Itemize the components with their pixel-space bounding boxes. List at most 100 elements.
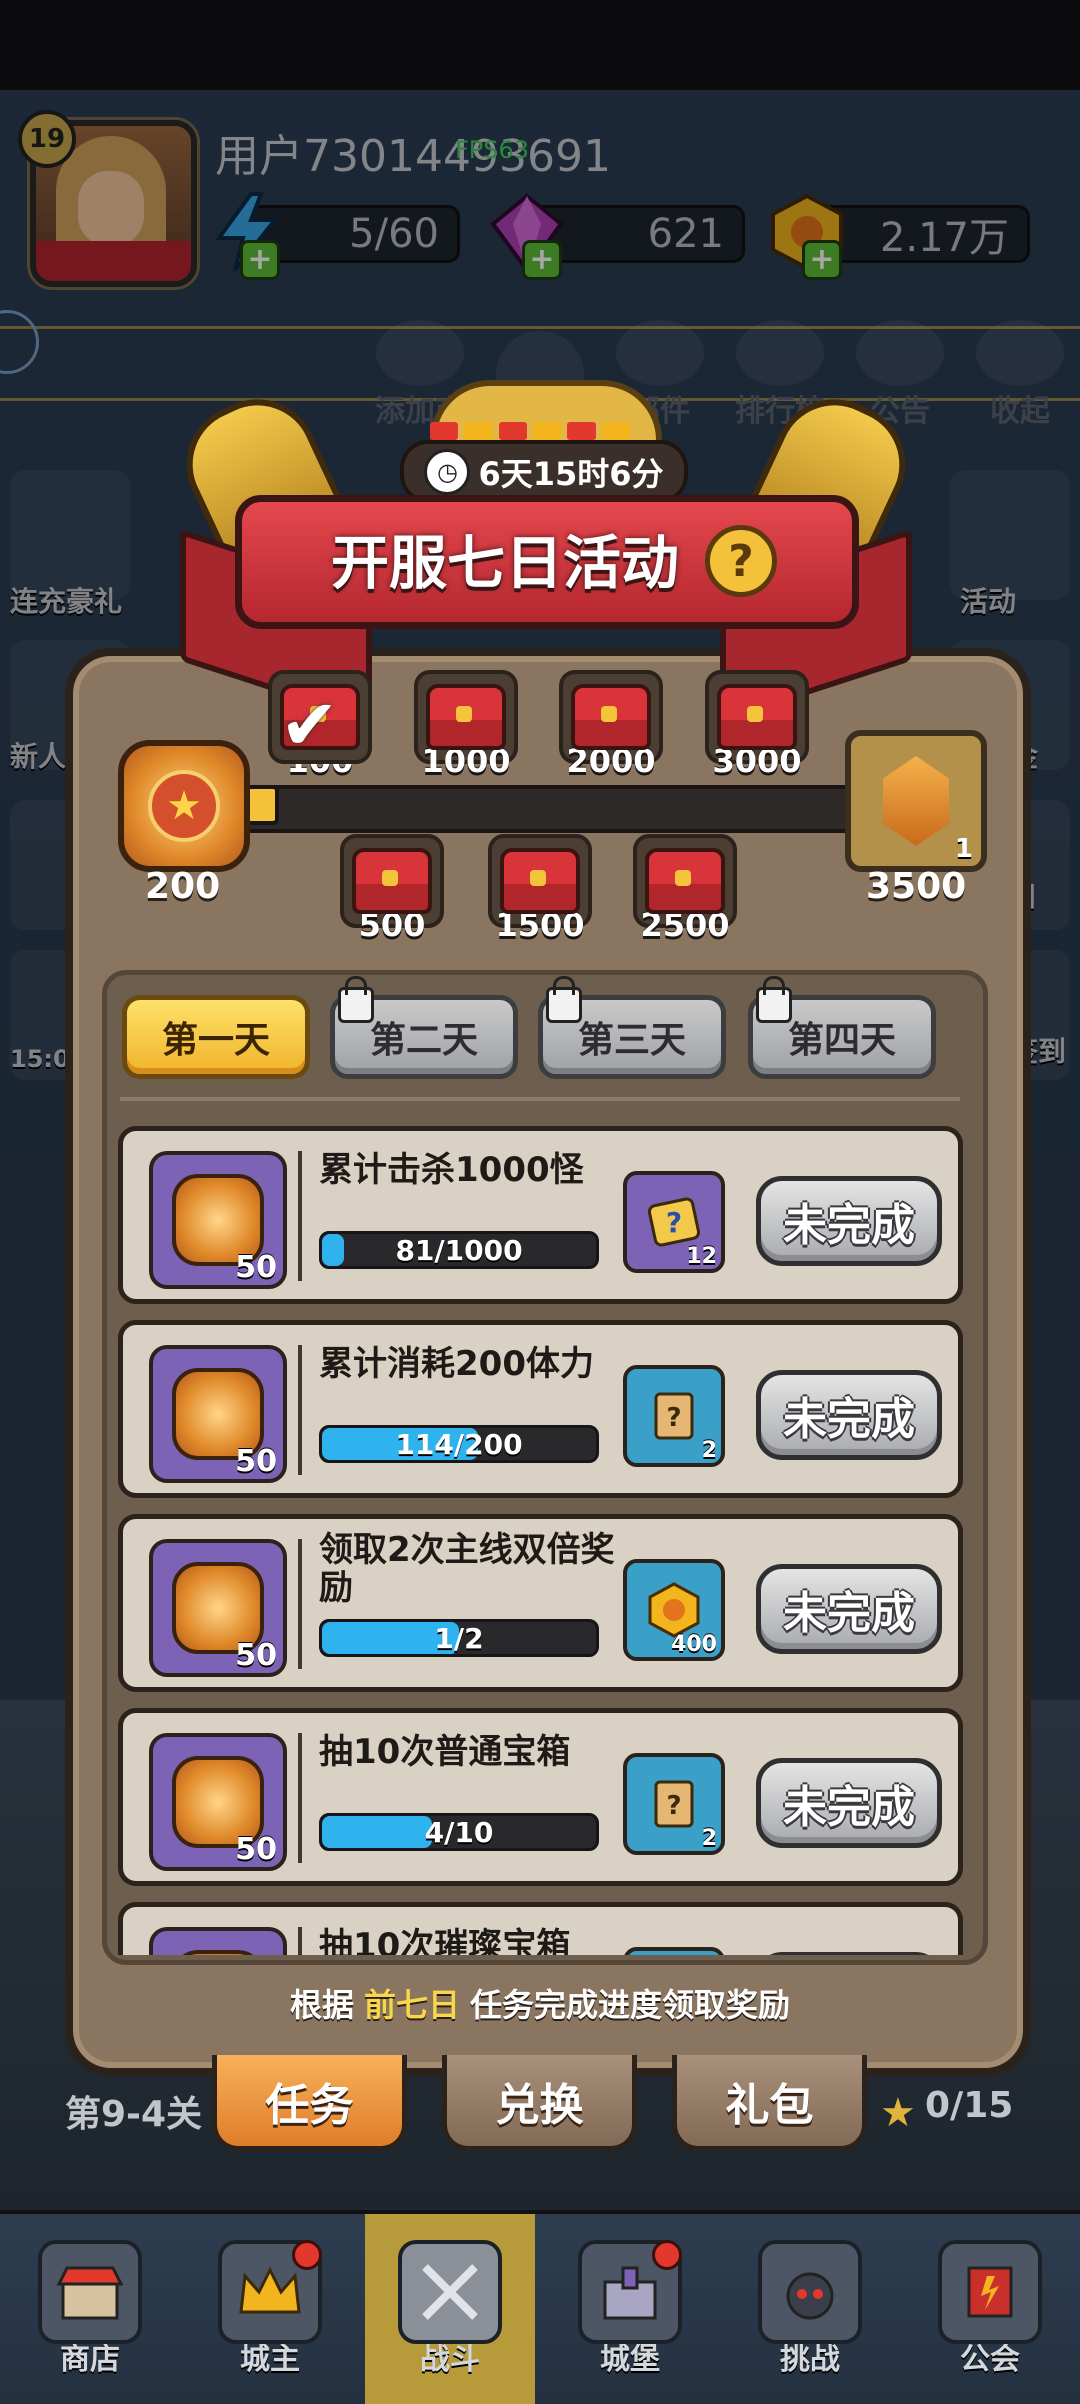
milestone-chest[interactable]: 2500 (633, 834, 737, 944)
stars-count: 0/15 (925, 2085, 1014, 2126)
star-icon: ★ (880, 2090, 916, 2136)
svg-text:?: ? (666, 1791, 681, 1821)
banner-icon (938, 2240, 1042, 2344)
nav-guild[interactable]: 公会 (905, 2214, 1075, 2404)
notification-badge (652, 2240, 682, 2270)
nav-shop[interactable]: 商店 (5, 2214, 175, 2404)
task-status-button[interactable]: 未完成 (756, 1758, 942, 1848)
task-progress: 4/10 (319, 1813, 599, 1851)
orange-gem-icon (883, 756, 949, 846)
gold-coin-icon (648, 1582, 700, 1638)
task-card: 50 累计消耗200体力 114/200 ? 2 未完成 (118, 1320, 963, 1498)
card-separator (298, 1345, 302, 1475)
puzzle-icon: ? (647, 1197, 701, 1247)
confetti-stripe (430, 422, 630, 440)
nav-challenge[interactable]: 挑战 (725, 2214, 895, 2404)
task-reward[interactable]: ? 12 (623, 1171, 725, 1273)
milestone-chest[interactable]: 500 (340, 834, 444, 944)
task-progress: 114/200 (319, 1425, 599, 1463)
task-title: 累计消耗200体力 (319, 1344, 594, 1384)
status-bar (0, 0, 1080, 90)
chest-icon (426, 684, 506, 750)
card-separator (298, 1539, 302, 1669)
scroll-icon: ? (654, 1780, 694, 1828)
current-points: 200 (145, 866, 221, 907)
task-reward[interactable]: ? 2 (623, 1365, 725, 1467)
nav-castle[interactable]: 城堡 (545, 2214, 715, 2404)
task-points-icon (149, 1927, 287, 1955)
scroll-icon: ? (654, 1392, 694, 1440)
nav-lord[interactable]: 城主 (185, 2214, 355, 2404)
task-points-icon: 50 (149, 1733, 287, 1871)
task-title: 抽10次璀璨宝箱 (319, 1926, 571, 1955)
task-points-icon: 50 (149, 1539, 287, 1677)
hint-highlight: 前七日 (363, 1986, 460, 2024)
task-card: 50 领取2次主线双倍奖励 1/2 400 未完成 (118, 1514, 963, 1692)
stage-label: 第9-4关 (65, 2094, 203, 2135)
castle-icon (578, 2240, 682, 2344)
task-points-icon: 50 (149, 1345, 287, 1483)
bottom-nav: 商店 城主 战斗 城堡 挑战 公会 (0, 2210, 1080, 2404)
task-status-button[interactable]: 未完成 (756, 1370, 942, 1460)
final-reward-count: 1 (954, 834, 973, 864)
milestone-chest[interactable]: ✔ 100 (268, 670, 372, 780)
tab-gift-pack[interactable]: 礼包 (672, 2055, 867, 2151)
task-points: 50 (235, 1832, 277, 1867)
hint-suffix: 任务完成进度领取奖励 (470, 1986, 791, 2024)
task-status-button[interactable]: 未完成 (756, 1176, 942, 1266)
task-card: 抽10次璀璨宝箱 (118, 1902, 963, 1955)
reward-hint: 根据 前七日 任务完成进度领取奖励 (100, 1975, 980, 2031)
milestone-chest[interactable]: 2000 (559, 670, 663, 780)
event-timer: ◷ 6天15时6分 (400, 440, 688, 503)
task-progress: 81/1000 (319, 1231, 599, 1269)
chest-icon (352, 848, 432, 914)
chest-slot (340, 834, 444, 928)
task-points-icon: 50 (149, 1151, 287, 1289)
lock-icon (546, 976, 582, 1023)
chest-icon (500, 848, 580, 914)
task-progress-text: 4/10 (424, 1815, 494, 1849)
card-separator (298, 1927, 302, 1955)
task-title: 累计击杀1000怪 (319, 1150, 584, 1190)
milestone-chest[interactable]: 1000 (414, 670, 518, 780)
task-reward[interactable]: ? 2 (623, 1753, 725, 1855)
milestone-chest[interactable]: 3000 (705, 670, 809, 780)
medal-icon: ★ (118, 740, 250, 872)
tab-divider (120, 1097, 960, 1101)
notification-badge (292, 2240, 322, 2270)
nav-battle[interactable]: 战斗 (365, 2214, 535, 2404)
task-card: 50 抽10次普通宝箱 4/10 ? 2 未完成 (118, 1708, 963, 1886)
task-reward[interactable]: 400 (623, 1559, 725, 1661)
task-status-button[interactable]: 未完成 (756, 1564, 942, 1654)
task-points: 50 (235, 1444, 277, 1479)
task-points: 50 (235, 1638, 277, 1673)
tab-exchange[interactable]: 兑换 (442, 2055, 637, 2151)
crown-icon (218, 2240, 322, 2344)
milestone-chest[interactable]: 1500 (488, 834, 592, 944)
lock-icon (338, 976, 374, 1023)
final-reward[interactable]: 1 (845, 730, 987, 872)
task-list[interactable]: 50 累计击杀1000怪 81/1000 ? 12 未完成 50 累计消耗200… (102, 1120, 978, 1955)
card-separator (298, 1733, 302, 1863)
task-reward[interactable] (623, 1947, 725, 1955)
svg-text:?: ? (666, 1206, 682, 1239)
task-status-button[interactable] (756, 1952, 942, 1955)
task-progress-text: 1/2 (434, 1621, 484, 1655)
chest-icon (645, 848, 725, 914)
reward-count: 2 (701, 1438, 717, 1463)
timer-text: 6天15时6分 (478, 454, 664, 493)
lock-icon (756, 976, 792, 1023)
crossed-swords-icon (398, 2240, 502, 2344)
reward-count: 400 (671, 1632, 717, 1657)
reward-count: 2 (701, 1826, 717, 1851)
help-button[interactable]: ? (705, 525, 777, 597)
task-progress-text: 114/200 (395, 1427, 523, 1461)
shop-icon (38, 2240, 142, 2344)
tab-day-1[interactable]: 第一天 (122, 995, 310, 1079)
points-progress-track (245, 785, 853, 833)
task-title: 领取2次主线双倍奖励 (319, 1530, 615, 1608)
task-title: 抽10次普通宝箱 (319, 1732, 571, 1772)
max-points: 3500 (866, 866, 967, 907)
chest-slot: ✔ (268, 670, 372, 766)
tab-tasks[interactable]: 任务 (212, 2055, 407, 2151)
